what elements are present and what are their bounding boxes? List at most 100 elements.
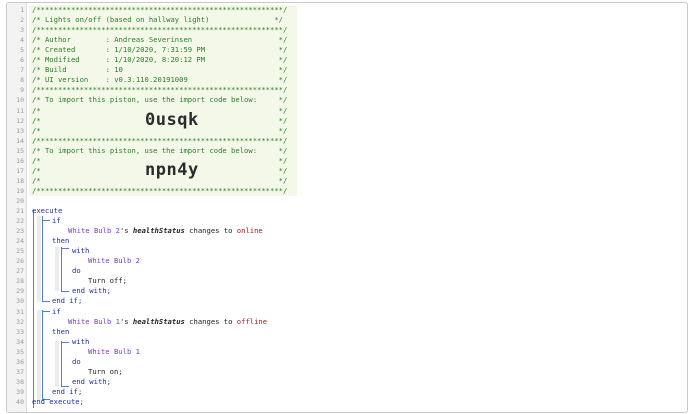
- keyword-text: end if;: [52, 296, 83, 306]
- comment-text: /* To import this piston, use the import…: [32, 95, 288, 105]
- line-number: 18: [16, 176, 24, 185]
- code-line: 16 /* */: [16, 155, 687, 166]
- line-number: 19: [16, 186, 24, 195]
- code-line: 19 /*************************************…: [16, 186, 687, 196]
- comment-text: /***************************************…: [32, 25, 288, 35]
- line-number: 29: [16, 287, 24, 296]
- comment-text: /* Author : Andreas Severinsen */: [32, 35, 288, 45]
- condition-value: online: [236, 226, 263, 236]
- line-number: 27: [16, 267, 24, 276]
- comment-text: /* */: [32, 155, 288, 165]
- line-number: 20: [16, 196, 24, 205]
- line-number: 14: [16, 136, 24, 145]
- device-text: White Bulb 1: [88, 346, 140, 356]
- code-line: 33 then: [16, 326, 687, 337]
- comment-text: /***************************************…: [32, 135, 288, 145]
- keyword-text: then: [52, 326, 70, 336]
- code-line: 38 end with;: [16, 376, 687, 387]
- keyword-text: execute: [32, 206, 63, 215]
- comment-text: /* Modified : 1/10/2020, 8:20:12 PM */: [32, 55, 288, 65]
- code-line: 20: [16, 196, 687, 206]
- comment-text: /* */: [32, 105, 288, 115]
- keyword-text: end execute;: [32, 396, 84, 406]
- comment-text: /* */: [32, 165, 288, 175]
- line-number: 3: [20, 26, 24, 35]
- line-number: 17: [16, 166, 24, 175]
- line-number: 8: [20, 76, 24, 85]
- code-line: 32 White Bulb 1's healthStatus changes to…: [16, 317, 687, 327]
- condition-text: White Bulb 1's healthStatus changes to o…: [68, 317, 267, 327]
- code-line: 12 /* */: [16, 115, 687, 126]
- keyword-text: do: [72, 266, 81, 276]
- line-number: 39: [16, 387, 24, 396]
- condition-possessive: 's: [119, 226, 133, 236]
- comment-text: /***************************************…: [32, 85, 288, 95]
- code-line: 34 with: [16, 336, 687, 347]
- keyword-text: if: [52, 216, 61, 226]
- comment-text: /* Lights on/off (based on hallway light…: [32, 15, 283, 25]
- comment-text: /* */: [32, 115, 288, 125]
- line-number: 2: [20, 16, 24, 25]
- keyword-text: then: [52, 236, 70, 246]
- condition-device: White Bulb 2: [68, 226, 120, 236]
- comment-text: /* */: [32, 125, 288, 135]
- condition-possessive: 's: [119, 316, 133, 326]
- line-number: 12: [16, 116, 24, 125]
- keyword-text: do: [72, 356, 81, 366]
- code-editor: 0usqk npn4y 1/**************************…: [6, 2, 688, 413]
- line-number: 4: [20, 36, 24, 45]
- line-number: 1: [20, 6, 24, 14]
- line-number: 5: [20, 46, 24, 55]
- code-line: 27 do: [16, 266, 687, 276]
- line-number: 34: [16, 337, 24, 346]
- code-line: 7 /* Build : 10 */: [20, 65, 687, 75]
- code-line: 9 /**************************************…: [20, 85, 687, 95]
- condition-text: White Bulb 2's healthStatus changes to o…: [68, 226, 263, 236]
- line-number: 24: [16, 237, 24, 246]
- line-number: 15: [16, 146, 24, 155]
- keyword-text: end with;: [72, 376, 111, 386]
- code-line: 29 end with;: [16, 286, 687, 296]
- code-line: 10 /* To import this piston, use the impo…: [16, 95, 687, 105]
- statement-text: Turn on;: [88, 366, 123, 376]
- code-line: 3 /**************************************…: [20, 25, 687, 35]
- code-line: 6 /* Modified : 1/10/2020, 8:20:12 PM */: [20, 55, 687, 65]
- line-number: 10: [16, 96, 24, 105]
- code-line: 11 /* */: [16, 105, 687, 116]
- line-number: 6: [20, 56, 24, 65]
- line-number: 33: [16, 327, 24, 336]
- code-line: 2 /* Lights on/off (based on hallway ligh…: [20, 15, 687, 25]
- line-number: 16: [16, 156, 24, 165]
- line-number: 25: [16, 247, 24, 256]
- keyword-text: if: [52, 306, 61, 316]
- line-number: 21: [16, 207, 24, 215]
- code-area: 0usqk npn4y 1/**************************…: [16, 3, 687, 412]
- comment-text: /* Build : 10 */: [32, 65, 288, 75]
- line-number: 38: [16, 377, 24, 386]
- keyword-text: with: [72, 336, 90, 346]
- comment-text: /* Created : 1/10/2020, 7:31:59 PM */: [32, 45, 288, 55]
- line-number: 31: [16, 307, 24, 316]
- condition-value: offline: [236, 316, 268, 326]
- code-line: 5 /* Created : 1/10/2020, 7:31:59 PM */: [20, 45, 687, 55]
- line-number: 9: [20, 86, 24, 95]
- comment-text: /***************************************…: [32, 5, 288, 14]
- code-line: 37 Turn on;: [16, 366, 687, 377]
- code-line: 23 White Bulb 2's healthStatus changes to…: [16, 226, 687, 236]
- device-text: White Bulb 2: [88, 256, 140, 266]
- code-line: 8 /* UI version : v0.3.110.20191009 */: [20, 75, 687, 85]
- line-number: 36: [16, 357, 24, 366]
- comment-text: /* */: [32, 175, 288, 185]
- code-line: 39 end if;: [16, 387, 687, 397]
- line-number: 37: [16, 367, 24, 376]
- keyword-text: with: [72, 246, 90, 256]
- code-line: 1 /**************************************…: [20, 5, 687, 15]
- condition-attribute: healthStatus: [132, 226, 185, 236]
- keyword-text: end with;: [72, 286, 111, 296]
- code-line: 35 White Bulb 1: [16, 346, 687, 357]
- line-number: 13: [16, 126, 24, 135]
- condition-device: White Bulb 1: [68, 316, 120, 326]
- code-line: 13 /* */: [16, 125, 687, 136]
- condition-operator: changes to: [184, 226, 237, 236]
- code-line: 31 if: [16, 306, 687, 317]
